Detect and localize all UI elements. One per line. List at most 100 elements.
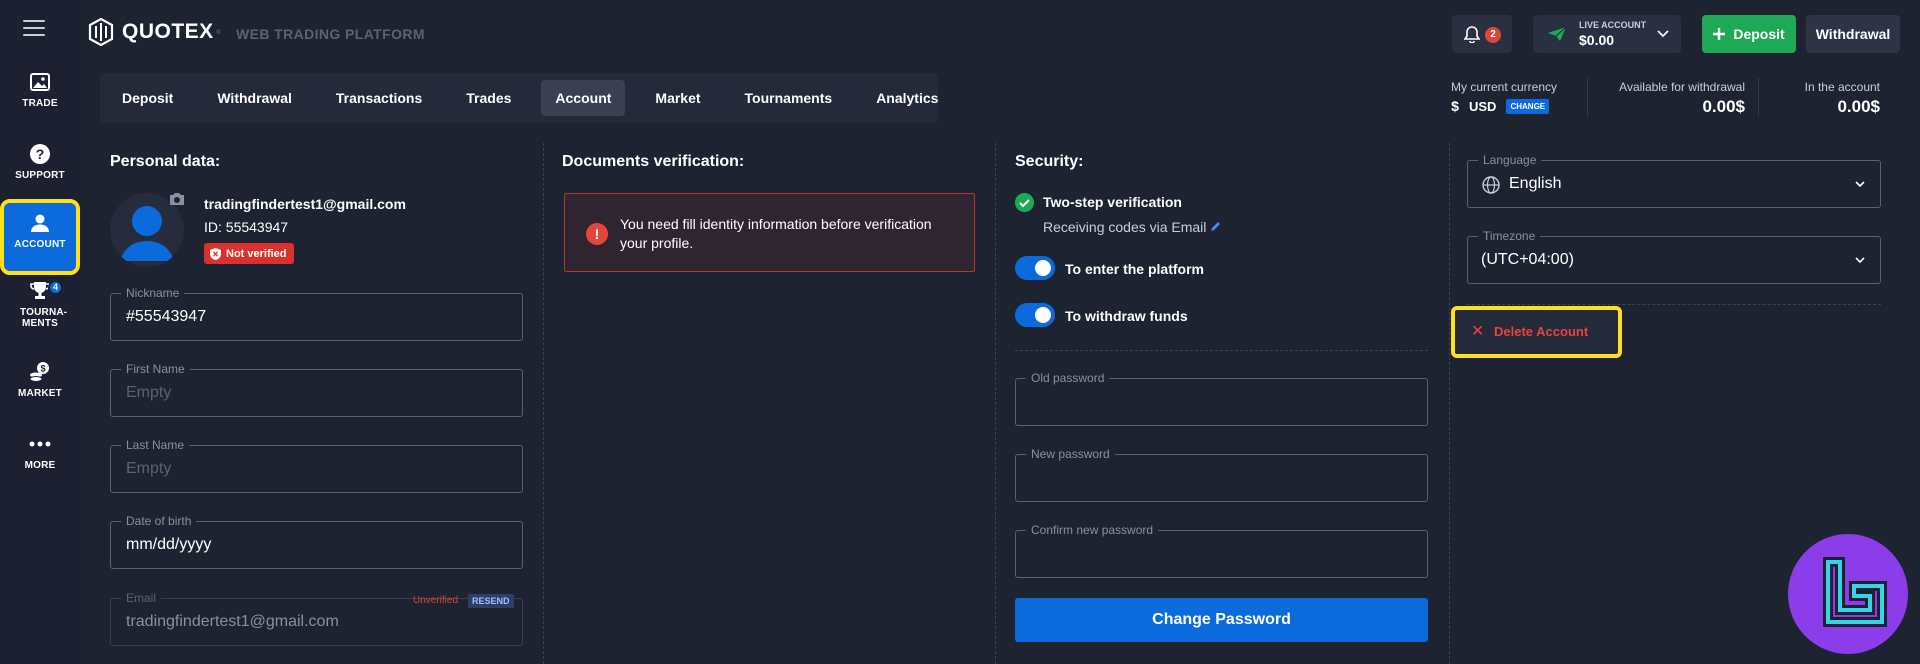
personal-data-title: Personal data: [110, 153, 221, 170]
sidebar-item-trade[interactable]: TRADE [4, 62, 76, 130]
field-value: #55543947 [126, 308, 207, 325]
tab-deposit[interactable]: Deposit [108, 80, 187, 116]
account-balance: $0.00 [1579, 32, 1615, 48]
withdrawal-button[interactable]: Withdrawal [1806, 15, 1900, 53]
currency-code: USD [1469, 98, 1497, 114]
sidebar-item-account[interactable]: ACCOUNT [0, 199, 80, 275]
old-password-field[interactable]: Old password [1015, 371, 1428, 426]
plus-icon [1713, 28, 1726, 40]
sidebar-item-more[interactable]: MORE [4, 424, 76, 492]
tab-tournaments[interactable]: Tournaments [731, 80, 847, 116]
new-password-field[interactable]: New password [1015, 447, 1428, 502]
alert-icon: ! [586, 223, 608, 245]
tab-trades[interactable]: Trades [452, 80, 525, 116]
app-root: TRADE ? SUPPORT ACCOUNT 4 TOURNA-MENTS $… [0, 0, 1920, 664]
first-name-field[interactable]: First Name Empty [110, 362, 523, 417]
dots-icon [29, 441, 51, 447]
sidebar-label: MARKET [18, 388, 62, 399]
account-switcher[interactable]: LIVE ACCOUNT $0.00 [1533, 15, 1681, 53]
available-label: Available for withdrawal [1619, 80, 1745, 94]
field-value: English [1509, 175, 1562, 192]
check-icon [1015, 193, 1034, 212]
account-balance-label: In the account [1804, 80, 1880, 94]
globe-icon [1482, 176, 1500, 194]
verification-alert: ! You need fill identity information bef… [564, 193, 975, 272]
pencil-icon[interactable] [1210, 220, 1222, 232]
sidebar-label: ACCOUNT [14, 239, 66, 250]
deposit-label: Deposit [1733, 26, 1785, 42]
sidebar-item-support[interactable]: ? SUPPORT [4, 134, 76, 202]
two-step-label: Two-step verification [1043, 194, 1182, 210]
column-divider [543, 143, 544, 664]
svg-text:$: $ [40, 364, 45, 374]
brand-logo[interactable]: QUOTEX [88, 18, 214, 46]
language-select[interactable]: Language English [1467, 153, 1881, 208]
tab-transactions[interactable]: Transactions [322, 80, 436, 116]
field-placeholder: Empty [126, 460, 172, 477]
currency-row: $ USD CHANGE [1447, 98, 1550, 114]
account-tabs: Deposit Withdrawal Transactions Trades A… [100, 73, 938, 123]
field-label: Last Name [121, 438, 190, 452]
sidebar-label: TRADE [22, 98, 58, 109]
field-label: Language [1478, 153, 1542, 167]
user-email: tradingfindertest1@gmail.com [204, 196, 406, 212]
account-balance-value: 0.00$ [1837, 97, 1880, 116]
date-of-birth-field[interactable]: Date of birth mm/dd/yyyy [110, 514, 523, 569]
sidebar-label: TOURNA-MENTS [20, 307, 68, 329]
field-value: tradingfindertest1@gmail.com [126, 613, 339, 630]
header-divider [216, 29, 221, 34]
paper-plane-icon [1548, 26, 1567, 41]
withdraw-funds-toggle[interactable] [1015, 303, 1055, 327]
sidebar-item-market[interactable]: $ MARKET [4, 352, 76, 420]
security-title: Security: [1015, 153, 1084, 170]
last-name-field[interactable]: Last Name Empty [110, 438, 523, 493]
tab-market[interactable]: Market [641, 80, 714, 116]
watermark-logo-icon [1823, 557, 1887, 627]
documents-title: Documents verification: [562, 153, 745, 170]
user-id: ID: 55543947 [204, 219, 289, 235]
sidebar-label: SUPPORT [15, 170, 65, 181]
field-label: Email [121, 591, 162, 605]
field-label: First Name [121, 362, 190, 376]
confirm-password-field[interactable]: Confirm new password [1015, 523, 1428, 578]
email-field: Email tradingfindertest1@gmail.com [110, 591, 523, 646]
svg-text:?: ? [36, 146, 45, 162]
chevron-down-icon [1855, 257, 1865, 264]
notifications-button[interactable]: 2 [1452, 15, 1512, 53]
alert-text: You need fill identity information befor… [620, 216, 932, 251]
user-icon [31, 214, 49, 232]
timezone-select[interactable]: Timezone (UTC+04:00) [1467, 229, 1881, 284]
field-label: Date of birth [121, 514, 197, 528]
withdraw-funds-label: To withdraw funds [1065, 308, 1188, 324]
nickname-field[interactable]: Nickname #55543947 [110, 286, 523, 341]
brand-name: QUOTEX [122, 20, 214, 43]
chevron-down-icon [1657, 30, 1669, 38]
deposit-button[interactable]: Deposit [1702, 15, 1796, 53]
section-divider [1467, 304, 1881, 305]
field-label: Old password [1026, 371, 1110, 385]
sidebar-item-tournaments[interactable]: 4 TOURNA-MENTS [4, 274, 76, 342]
field-label: Timezone [1478, 229, 1541, 243]
chevron-down-icon [1855, 181, 1865, 188]
field-value: mm/dd/yyyy [126, 536, 212, 553]
camera-icon[interactable] [168, 191, 186, 207]
close-icon: ✕ [1471, 323, 1485, 340]
status-text: Not verified [226, 247, 287, 260]
change-currency-button[interactable]: CHANGE [1506, 98, 1550, 114]
column-divider [1449, 143, 1450, 664]
delete-account-button[interactable]: ✕ Delete Account [1451, 306, 1622, 358]
change-password-button[interactable]: Change Password [1015, 598, 1428, 642]
field-value: (UTC+04:00) [1481, 251, 1574, 268]
shield-icon [210, 247, 221, 260]
resend-button[interactable]: RESEND [468, 594, 514, 608]
tab-withdrawal[interactable]: Withdrawal [203, 80, 306, 116]
delete-account-label: Delete Account [1494, 324, 1589, 339]
left-sidebar: TRADE ? SUPPORT ACCOUNT 4 TOURNA-MENTS $… [0, 0, 80, 664]
withdrawal-label: Withdrawal [1815, 26, 1891, 42]
menu-icon[interactable] [23, 20, 45, 38]
tab-account[interactable]: Account [541, 80, 626, 116]
tab-analytics[interactable]: Analytics [862, 80, 952, 116]
enter-platform-toggle[interactable] [1015, 256, 1055, 280]
sidebar-label: MORE [24, 460, 56, 471]
field-label: Nickname [121, 286, 185, 300]
